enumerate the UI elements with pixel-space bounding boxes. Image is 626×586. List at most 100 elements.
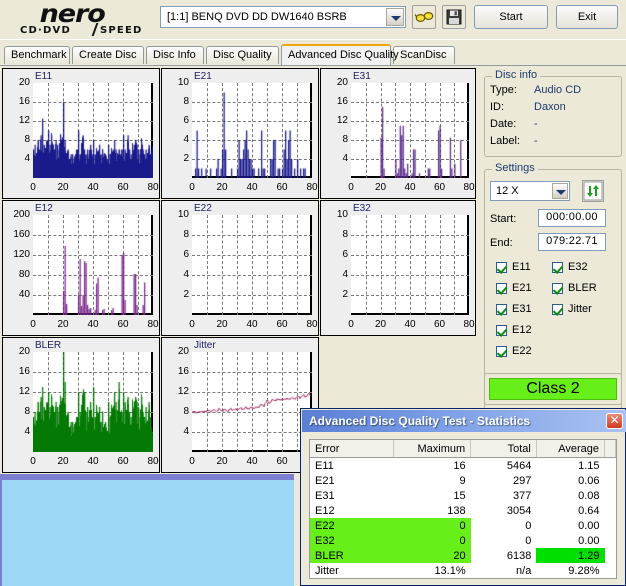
series-bler — [33, 352, 153, 452]
statistics-table-container[interactable]: ErrorMaximumTotalAverage E111654641.15E2… — [309, 439, 617, 579]
y-tick: 40 — [3, 289, 30, 300]
cell-pad — [605, 518, 616, 533]
cell-maximum: 15 — [393, 488, 470, 503]
x-tick: 20 — [51, 456, 75, 467]
tab-scandisc[interactable]: ScanDisc — [393, 46, 455, 64]
table-row[interactable]: E32000.00 — [310, 533, 616, 548]
checkbox-e21[interactable] — [496, 283, 507, 294]
background-window[interactable] — [0, 478, 294, 586]
speed-select-arrow[interactable] — [552, 183, 568, 199]
x-tick: 60 — [270, 456, 294, 467]
x-tick: 0 — [180, 182, 204, 193]
table-row[interactable]: BLER2061381.29 — [310, 548, 616, 563]
close-button[interactable]: ✕ — [606, 413, 623, 429]
nero-logo: nero CD·DVD SPEED — [20, 1, 150, 39]
column-header-error[interactable]: Error — [310, 440, 393, 458]
checkbox-label-e31: E31 — [512, 303, 532, 315]
x-tick: 20 — [369, 182, 393, 193]
end-field[interactable]: 079:22.71 — [538, 233, 606, 251]
column-header-maximum[interactable]: Maximum — [393, 440, 470, 458]
y-tick: 16 — [321, 96, 348, 107]
cell-average: 0.64 — [536, 503, 604, 518]
tab-create-disc[interactable]: Create Disc — [72, 46, 144, 64]
table-row[interactable]: E1213830540.64 — [310, 503, 616, 518]
tab-advanced-disc-quality[interactable]: Advanced Disc Quality — [281, 44, 391, 65]
chart-e21[interactable]: E21246810020406080 — [161, 68, 319, 199]
cell-pad — [605, 533, 616, 548]
tab-disc-info[interactable]: Disc Info — [146, 46, 204, 64]
checkbox-e12[interactable] — [496, 325, 507, 336]
cell-average: 1.29 — [536, 548, 604, 563]
chart-e12[interactable]: E124080120160200020406080 — [2, 200, 160, 336]
checkbox-jitter[interactable] — [552, 304, 563, 315]
cell-average: 0.08 — [536, 488, 604, 503]
tab-benchmark[interactable]: Benchmark — [4, 46, 70, 64]
x-tick: 40 — [81, 319, 105, 330]
checkbox-e11[interactable] — [496, 262, 507, 273]
x-tick: 80 — [457, 182, 481, 193]
series-e21 — [192, 83, 312, 178]
chevron-down-icon — [391, 16, 401, 21]
x-tick: 20 — [210, 319, 234, 330]
y-tick: 8 — [162, 96, 189, 107]
y-tick: 4 — [162, 426, 189, 437]
x-tick: 60 — [428, 319, 452, 330]
class-result-label: Class 2 — [489, 378, 617, 400]
y-tick: 6 — [321, 249, 348, 260]
checkbox-e32[interactable] — [552, 262, 563, 273]
y-tick: 200 — [3, 209, 30, 220]
y-tick: 2 — [321, 289, 348, 300]
drive-select[interactable]: [1:1] BENQ DVD DD DW1640 BSRB — [160, 6, 406, 28]
y-tick: 12 — [162, 386, 189, 397]
x-tick: 40 — [398, 182, 422, 193]
plot-area-e22 — [192, 215, 312, 315]
y-tick: 8 — [3, 406, 30, 417]
end-field-label: End: — [490, 237, 513, 249]
x-tick: 0 — [21, 456, 45, 467]
chart-title-e31: E31 — [353, 71, 371, 82]
chart-title-e32: E32 — [353, 203, 371, 214]
table-row[interactable]: E22000.00 — [310, 518, 616, 533]
column-header-total[interactable]: Total — [471, 440, 537, 458]
cell-average: 0.06 — [536, 473, 604, 488]
checkbox-e22[interactable] — [496, 346, 507, 357]
column-header-average[interactable]: Average — [536, 440, 604, 458]
save-button[interactable] — [442, 5, 466, 29]
table-row[interactable]: Jitter13.1%n/a9.28% — [310, 563, 616, 578]
x-tick: 0 — [339, 319, 363, 330]
y-tick: 160 — [3, 229, 30, 240]
x-tick: 40 — [240, 456, 264, 467]
checkbox-e31[interactable] — [496, 304, 507, 315]
refresh-button[interactable] — [582, 180, 604, 202]
plot-area-bler — [33, 352, 153, 452]
tab-disc-quality[interactable]: Disc Quality — [206, 46, 279, 64]
glasses-button[interactable] — [412, 5, 436, 29]
column-header-pad — [605, 440, 616, 458]
drive-select-arrow[interactable] — [386, 8, 404, 26]
plot-area-e21 — [192, 83, 312, 178]
series-jitter — [192, 352, 312, 452]
checkbox-bler[interactable] — [552, 283, 563, 294]
chart-e31[interactable]: E3148121620020406080 — [320, 68, 476, 199]
disc-info-value-3: - — [534, 135, 538, 147]
chart-jitter[interactable]: Jitter481216200204060 — [161, 337, 319, 473]
chart-e11[interactable]: E1148121620020406080 — [2, 68, 160, 199]
table-row[interactable]: E31153770.08 — [310, 488, 616, 503]
checkbox-label-jitter: Jitter — [568, 303, 592, 315]
speed-select[interactable]: 12 X — [490, 181, 570, 201]
table-row[interactable]: E2192970.06 — [310, 473, 616, 488]
series-e12 — [33, 215, 153, 315]
chart-e22[interactable]: E22246810020406080 — [161, 200, 319, 336]
table-row[interactable]: E111654641.15 — [310, 458, 616, 474]
exit-button[interactable]: Exit — [556, 5, 618, 29]
chart-e32[interactable]: E32246810020406080 — [320, 200, 476, 336]
statistics-table: ErrorMaximumTotalAverage E111654641.15E2… — [310, 440, 616, 578]
chart-bler[interactable]: BLER48121620020406080 — [2, 337, 160, 473]
cell-average: 1.15 — [536, 458, 604, 474]
start-button[interactable]: Start — [474, 5, 548, 29]
x-tick: 80 — [457, 319, 481, 330]
x-tick: 40 — [240, 319, 264, 330]
statistics-dialog-titlebar[interactable]: Advanced Disc Quality Test - Statistics … — [302, 410, 626, 432]
start-field[interactable]: 000:00.00 — [538, 209, 606, 227]
y-tick: 12 — [3, 115, 30, 126]
